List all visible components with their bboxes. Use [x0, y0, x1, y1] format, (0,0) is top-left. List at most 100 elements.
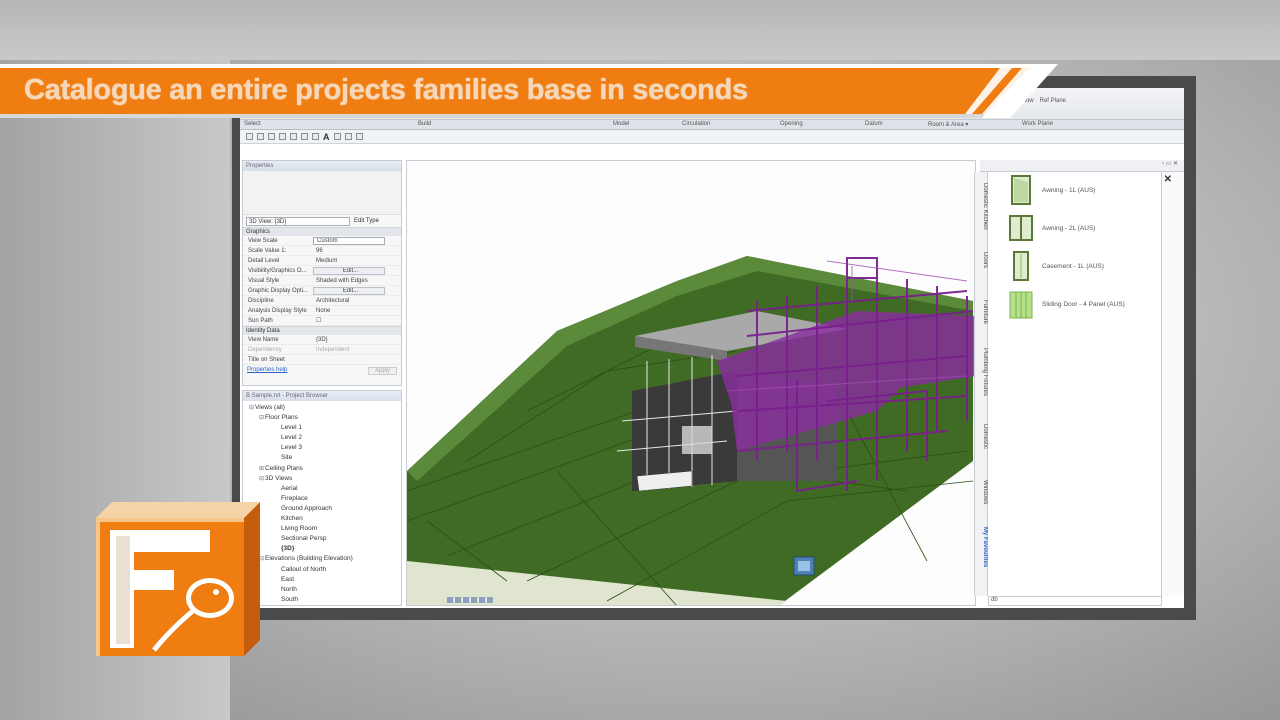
family-browser-scroll[interactable]	[1162, 172, 1184, 596]
browser-tree-item[interactable]: Site	[243, 453, 401, 463]
print-icon[interactable]	[290, 133, 297, 140]
scale-icon[interactable]	[447, 597, 453, 603]
window-awning-2l-icon	[1009, 215, 1033, 241]
property-name: Detail Level	[248, 258, 280, 264]
browser-tree-label: Level 2	[281, 434, 302, 442]
property-row: Visibility/Graphics O... Edit...	[243, 266, 401, 276]
browser-tree-item[interactable]: ⊟Views (all)	[243, 403, 401, 413]
dimension-icon[interactable]	[312, 133, 319, 140]
browser-tree-item[interactable]: North	[243, 585, 401, 595]
property-value[interactable]	[313, 355, 385, 364]
family-item[interactable]: Sliding Door - 4 Panel (AUS)	[1008, 288, 1125, 320]
browser-tree-item[interactable]: Aerial	[243, 484, 401, 494]
browser-tree-item[interactable]: Sectional Persp	[243, 534, 401, 544]
property-edit-button[interactable]: Edit...	[313, 267, 385, 275]
detail-level-icon[interactable]	[455, 597, 461, 603]
browser-tree-item[interactable]: South	[243, 595, 401, 605]
properties-panel: Properties 3D View: {3D} Edit Type Graph…	[242, 160, 402, 386]
browser-tree-label: Floor Plans	[265, 414, 298, 422]
save-icon[interactable]	[257, 133, 264, 140]
browser-tree-label: Site	[281, 454, 293, 462]
browser-tree-label: Views (all)	[255, 404, 285, 411]
property-row: Discipline Architectural	[243, 296, 401, 306]
type-selector[interactable]: 3D View: {3D}	[246, 216, 350, 226]
browser-tree-item[interactable]: Level 3	[243, 443, 401, 453]
browser-tree-item[interactable]: Living Room	[243, 524, 401, 534]
visual-style-icon[interactable]	[463, 597, 469, 603]
3d-view-icon[interactable]	[333, 133, 341, 140]
browser-tree-label: {3D}	[281, 545, 295, 553]
browser-tree-label: Kitchen	[281, 515, 303, 523]
family-category-tab[interactable]: My Favourites	[976, 522, 988, 572]
properties-help-link[interactable]: Properties help	[247, 367, 287, 375]
family-category-tab[interactable]: Plumbing Fixtures	[976, 342, 988, 402]
switch-windows-icon[interactable]	[355, 133, 363, 140]
family-item[interactable]: Casement - 1L (AUS)	[1008, 250, 1104, 282]
browser-tree-item[interactable]: ⊞Ceiling Plans	[243, 464, 401, 474]
browser-tree-item[interactable]: Callout of North	[243, 565, 401, 575]
property-value[interactable]: Architectural	[313, 296, 385, 305]
property-group-header[interactable]: Graphics	[243, 227, 401, 236]
family-browser-pane: Awning - 1L (AUS) Awning - 2L (AUS) Caseme…	[988, 172, 1162, 596]
background-top	[0, 0, 1280, 60]
family-category-tab[interactable]: Windows	[976, 472, 988, 512]
family-category-tab[interactable]: Domestic	[976, 412, 988, 462]
browser-tree-item[interactable]: East	[243, 575, 401, 585]
browser-tree-item[interactable]: Ground Approach	[243, 504, 401, 514]
undo-icon[interactable]	[268, 133, 275, 140]
browser-tree-label: East	[281, 575, 295, 583]
family-category-tab[interactable]: Domestic Kitchen	[976, 178, 988, 234]
apply-button[interactable]: Apply	[367, 367, 397, 375]
family-item[interactable]: Awning - 1L (AUS)	[1008, 174, 1095, 206]
3d-viewport[interactable]	[406, 160, 976, 606]
browser-tree-item[interactable]: {3D}	[243, 544, 401, 554]
property-edit-button[interactable]: Edit...	[313, 287, 385, 295]
property-value[interactable]: ☐	[313, 316, 385, 325]
view-control-bar[interactable]	[447, 597, 567, 605]
browser-tree-item[interactable]: ⊟Floor Plans	[243, 413, 401, 423]
property-value[interactable]: None	[313, 306, 385, 315]
property-name: Visual Style	[248, 278, 280, 284]
crop-icon[interactable]	[487, 597, 493, 603]
text-tool-icon[interactable]: A	[323, 132, 330, 142]
family-item-label: Awning - 2L (AUS)	[1042, 224, 1096, 232]
family-search-input[interactable]: db	[988, 596, 1162, 606]
redo-icon[interactable]	[279, 133, 286, 140]
browser-tree-label: Elevations (Building Elevation)	[265, 555, 353, 563]
property-row: Analysis Display Style None	[243, 306, 401, 316]
section-icon[interactable]	[344, 133, 352, 140]
ribbon-panel-label: Select	[244, 121, 261, 127]
close-icon[interactable]: ✕	[1164, 174, 1172, 185]
shadows-icon[interactable]	[479, 597, 485, 603]
property-value[interactable]: Medium	[313, 256, 385, 265]
property-name: Discipline	[248, 298, 274, 304]
property-row: View Name {3D}	[243, 335, 401, 345]
property-value[interactable]: 96	[313, 246, 385, 255]
property-name: Dependency	[248, 347, 282, 353]
edit-type-button[interactable]: Edit Type	[354, 218, 379, 224]
open-icon[interactable]	[246, 133, 253, 140]
family-category-tab[interactable]: Doors	[976, 240, 988, 280]
browser-tree-item[interactable]: Level 1	[243, 423, 401, 433]
property-value[interactable]: Shaded with Edges	[313, 276, 385, 285]
property-row: Title on Sheet	[243, 355, 401, 365]
browser-tree-label: 3D Views	[265, 474, 293, 482]
property-value[interactable]: Custom	[313, 237, 385, 245]
browser-tree-item[interactable]: ⊟3D Views	[243, 474, 401, 484]
sun-path-icon[interactable]	[471, 597, 477, 603]
browser-tree-item[interactable]: Kitchen	[243, 514, 401, 524]
property-value[interactable]: {3D}	[313, 335, 385, 344]
property-name: Scale Value 1:	[248, 248, 287, 254]
property-row: Dependency Independent	[243, 345, 401, 355]
family-category-tab[interactable]: Furniture	[976, 292, 988, 332]
measure-icon[interactable]	[301, 133, 308, 140]
property-name: Graphic Display Opti...	[248, 288, 309, 294]
property-group-header[interactable]: Identity Data	[243, 326, 401, 335]
browser-tree-item[interactable]: Level 2	[243, 433, 401, 443]
browser-tree-item[interactable]: ⊟Elevations (Building Elevation)	[243, 554, 401, 564]
quick-access-toolbar[interactable]: A	[240, 130, 1184, 144]
property-value[interactable]: Independent	[313, 345, 385, 354]
browser-tree-item[interactable]: Fireplace	[243, 494, 401, 504]
family-item[interactable]: Awning - 2L (AUS)	[1008, 212, 1095, 244]
sliding-door-icon	[1009, 291, 1033, 319]
